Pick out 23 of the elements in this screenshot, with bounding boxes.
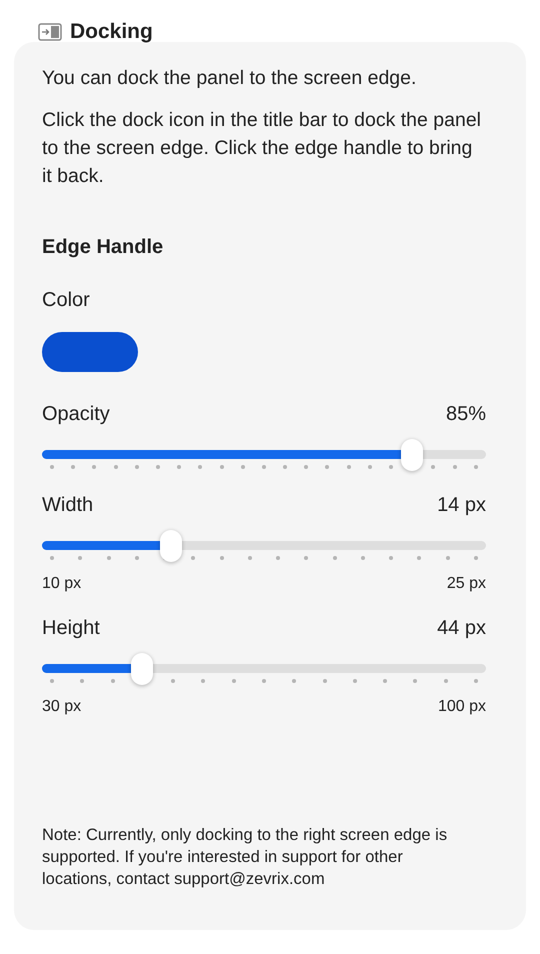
slider-label: Opacity <box>42 402 110 426</box>
min-label: 10 px <box>42 574 82 594</box>
color-swatch[interactable] <box>42 332 138 372</box>
slider[interactable] <box>42 439 486 471</box>
slider-thumb[interactable] <box>160 530 182 562</box>
group-heading: Edge Handle <box>42 236 164 259</box>
slider-value: 14 px <box>437 493 486 517</box>
max-label: 100 px <box>438 697 486 717</box>
slider-thumb[interactable] <box>400 439 423 471</box>
intro-text: You can dock the panel to the screen edge. <box>42 66 418 91</box>
slider[interactable] <box>42 530 486 562</box>
color-label: Color <box>42 289 91 312</box>
slider[interactable] <box>42 653 486 685</box>
instructions-text: Click the dock icon in the title bar to dock the panel to the screen edge. Click the edge handle to bring it back. <box>42 108 482 189</box>
min-label: 30 px <box>42 697 82 717</box>
slider-value: 44 px <box>437 616 486 640</box>
max-label: 25 px <box>446 574 486 594</box>
note-text: Note: Currently, only docking to the right screen edge is supported. If you're interested in support for other locations, contact support@zevrix.com <box>42 825 448 890</box>
slider-thumb[interactable] <box>130 653 153 685</box>
slider-label: Height <box>42 616 100 640</box>
slider-value: 85% <box>446 402 486 426</box>
slider-label: Width <box>42 493 94 517</box>
section-title: Docking <box>70 20 153 44</box>
